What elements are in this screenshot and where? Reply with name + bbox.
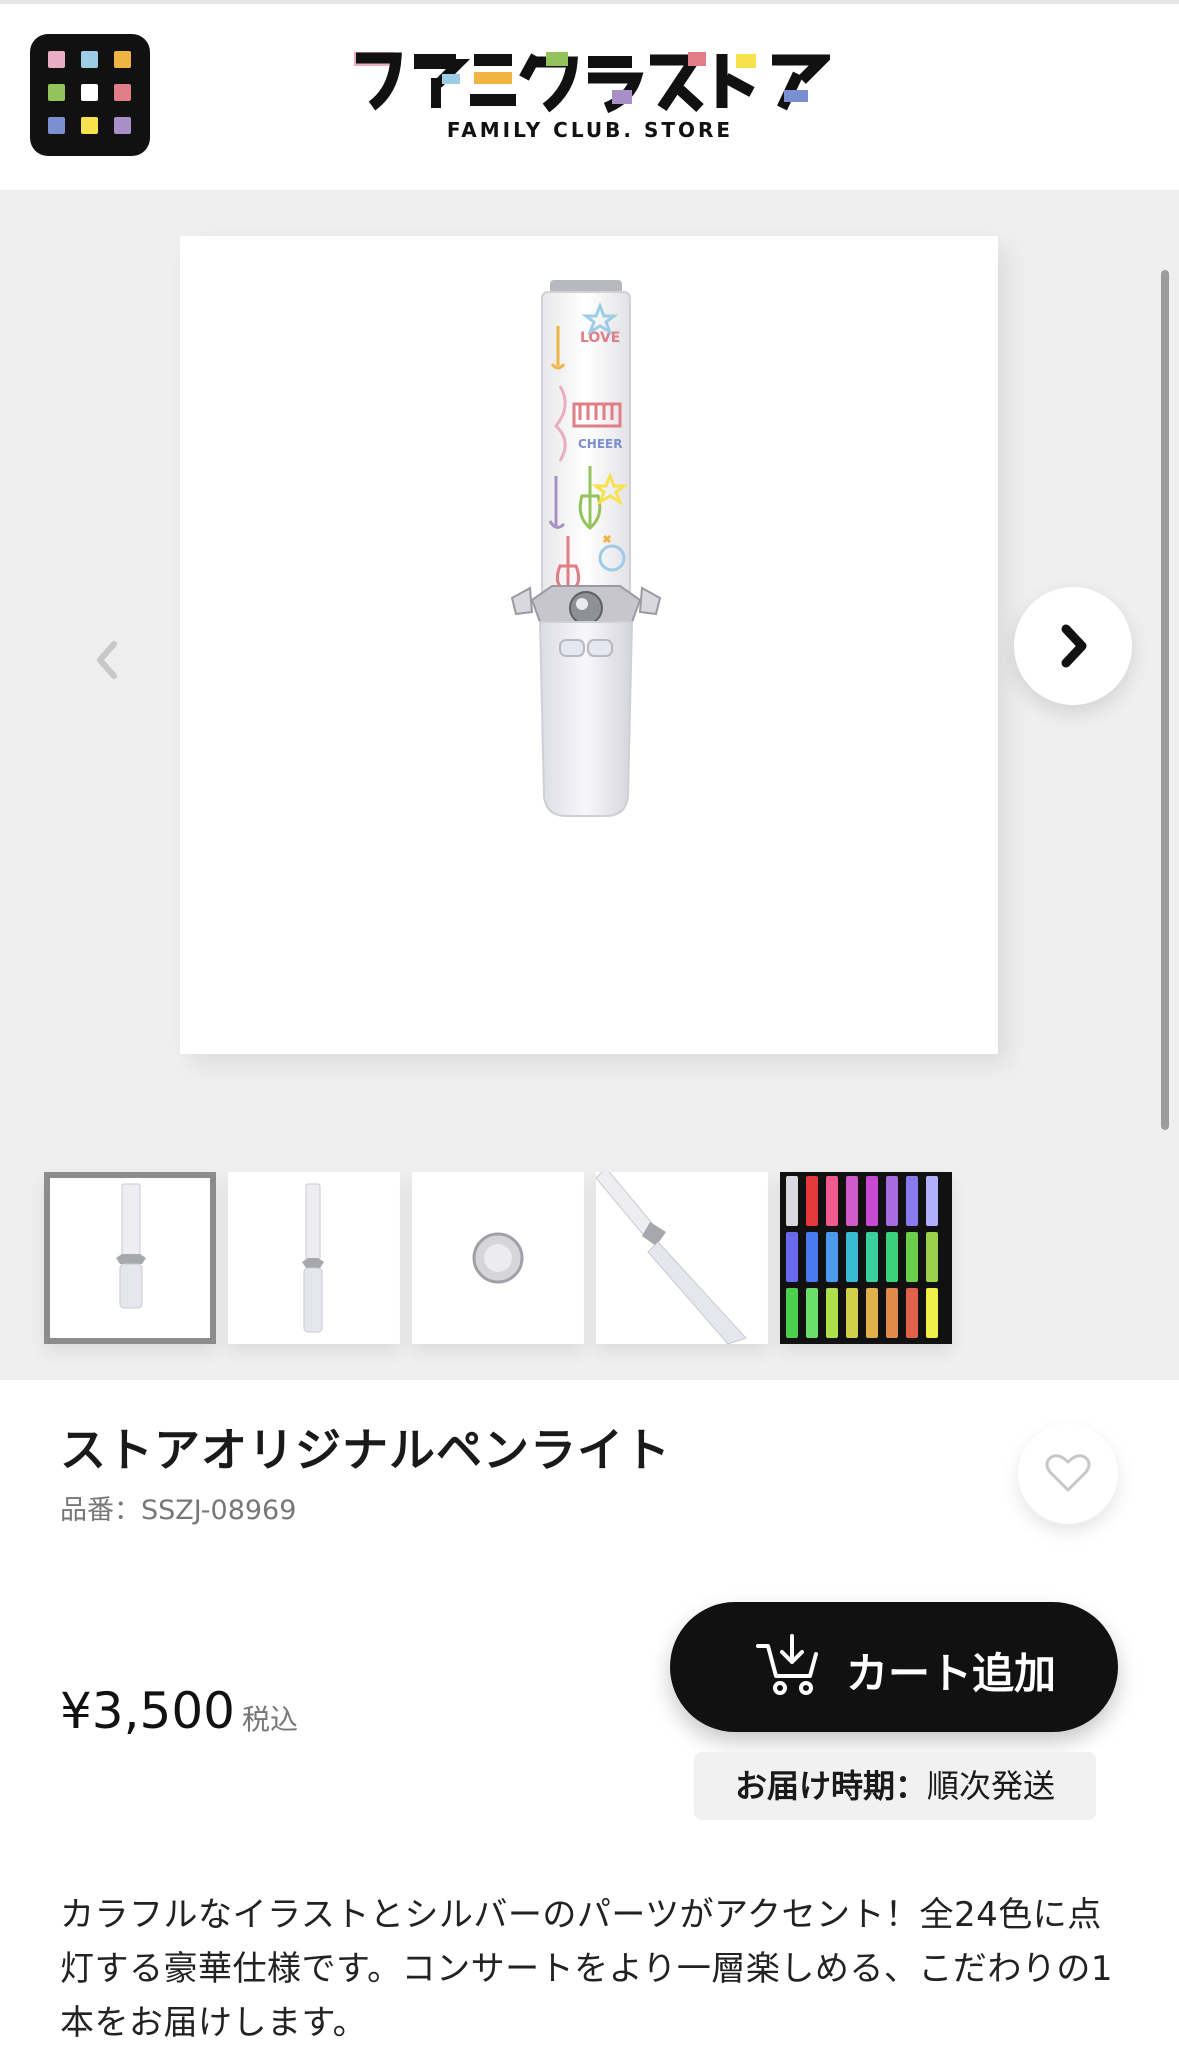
store-logo[interactable]: FAMILY CLUB. STORE bbox=[350, 50, 836, 160]
favorite-button[interactable] bbox=[1018, 1424, 1118, 1524]
color-swatch bbox=[906, 1288, 918, 1338]
penlight-cap-thumb bbox=[472, 1232, 524, 1284]
color-swatch bbox=[846, 1288, 858, 1338]
color-swatch bbox=[846, 1232, 858, 1282]
color-swatch bbox=[906, 1176, 918, 1226]
chevron-left-icon[interactable] bbox=[86, 630, 126, 690]
add-to-cart-label: カート追加 bbox=[846, 1649, 1057, 1698]
header: FAMILY CLUB. STORE bbox=[0, 4, 1179, 190]
chevron-right-icon bbox=[1061, 624, 1087, 668]
color-swatch bbox=[866, 1288, 878, 1338]
thumbnail-5[interactable] bbox=[780, 1172, 952, 1344]
thumbnail-1[interactable] bbox=[44, 1172, 216, 1344]
color-swatch bbox=[926, 1176, 938, 1226]
color-swatch bbox=[806, 1288, 818, 1338]
scrollbar[interactable] bbox=[1161, 270, 1169, 1130]
color-swatch bbox=[806, 1176, 818, 1226]
add-to-cart-button[interactable]: カート追加 bbox=[670, 1602, 1118, 1732]
thumbnail-2[interactable] bbox=[228, 1172, 400, 1344]
penlight-side-thumb bbox=[302, 1183, 324, 1333]
color-swatch bbox=[886, 1232, 898, 1282]
product-gallery: LOVE CHEER bbox=[0, 190, 1179, 1380]
app-icon-tile bbox=[114, 84, 131, 101]
color-swatch bbox=[846, 1176, 858, 1226]
price: ¥3,500 bbox=[60, 1682, 235, 1740]
penlight-colors-thumb bbox=[786, 1176, 938, 1338]
color-swatch bbox=[926, 1288, 938, 1338]
app-icon-tile bbox=[48, 51, 65, 68]
app-icon-tile bbox=[81, 84, 98, 101]
app-icon-tile bbox=[81, 117, 98, 134]
penlight-image: LOVE CHEER bbox=[510, 280, 662, 817]
logo-subtitle: FAMILY CLUB. STORE bbox=[446, 118, 734, 142]
color-swatch bbox=[866, 1232, 878, 1282]
penlight-angle-thumb bbox=[596, 1172, 747, 1344]
color-swatch bbox=[886, 1176, 898, 1226]
main-product-image[interactable]: LOVE CHEER bbox=[180, 236, 998, 1054]
svg-text:LOVE: LOVE bbox=[580, 330, 620, 346]
delivery-value: 順次発送 bbox=[927, 1767, 1056, 1805]
product-code: 品番：SSZJ-08969 bbox=[60, 1488, 296, 1527]
product-code-value: SSZJ-08969 bbox=[141, 1495, 297, 1526]
color-swatch bbox=[866, 1176, 878, 1226]
color-swatch bbox=[826, 1288, 838, 1338]
color-swatch bbox=[926, 1232, 938, 1282]
thumbnail-strip bbox=[44, 1172, 956, 1344]
color-swatch bbox=[786, 1176, 798, 1226]
delivery-label: お届け時期： bbox=[734, 1767, 927, 1805]
product-title: ストアオリジナルペンライト bbox=[60, 1423, 671, 1477]
tax-label: 税込 bbox=[242, 1703, 299, 1736]
next-image-button[interactable] bbox=[1014, 587, 1132, 705]
color-swatch bbox=[786, 1288, 798, 1338]
color-swatch bbox=[826, 1232, 838, 1282]
thumbnail-4[interactable] bbox=[596, 1172, 768, 1344]
app-icon-tile bbox=[48, 84, 65, 101]
app-icon-tile bbox=[48, 117, 65, 134]
product-code-label: 品番： bbox=[60, 1495, 141, 1526]
app-icon-tile bbox=[114, 117, 131, 134]
svg-text:CHEER: CHEER bbox=[578, 437, 622, 451]
color-swatch bbox=[786, 1232, 798, 1282]
penlight-front-thumb bbox=[116, 1183, 146, 1309]
color-swatch bbox=[826, 1176, 838, 1226]
delivery-info: お届け時期：順次発送 bbox=[694, 1752, 1096, 1820]
app-icon-tile bbox=[114, 51, 131, 68]
product-description: カラフルなイラストとシルバーのパーツがアクセント！全24色に点灯する豪華仕様です… bbox=[60, 1895, 1114, 2043]
cart-icon bbox=[756, 1634, 818, 1695]
app-icon-tile bbox=[81, 51, 98, 68]
color-swatch bbox=[806, 1232, 818, 1282]
thumbnail-3[interactable] bbox=[412, 1172, 584, 1344]
heart-icon bbox=[1045, 1454, 1091, 1492]
color-swatch bbox=[886, 1288, 898, 1338]
app-grid-icon[interactable] bbox=[30, 34, 150, 156]
logo-wordmark bbox=[354, 52, 836, 114]
color-swatch bbox=[906, 1232, 918, 1282]
